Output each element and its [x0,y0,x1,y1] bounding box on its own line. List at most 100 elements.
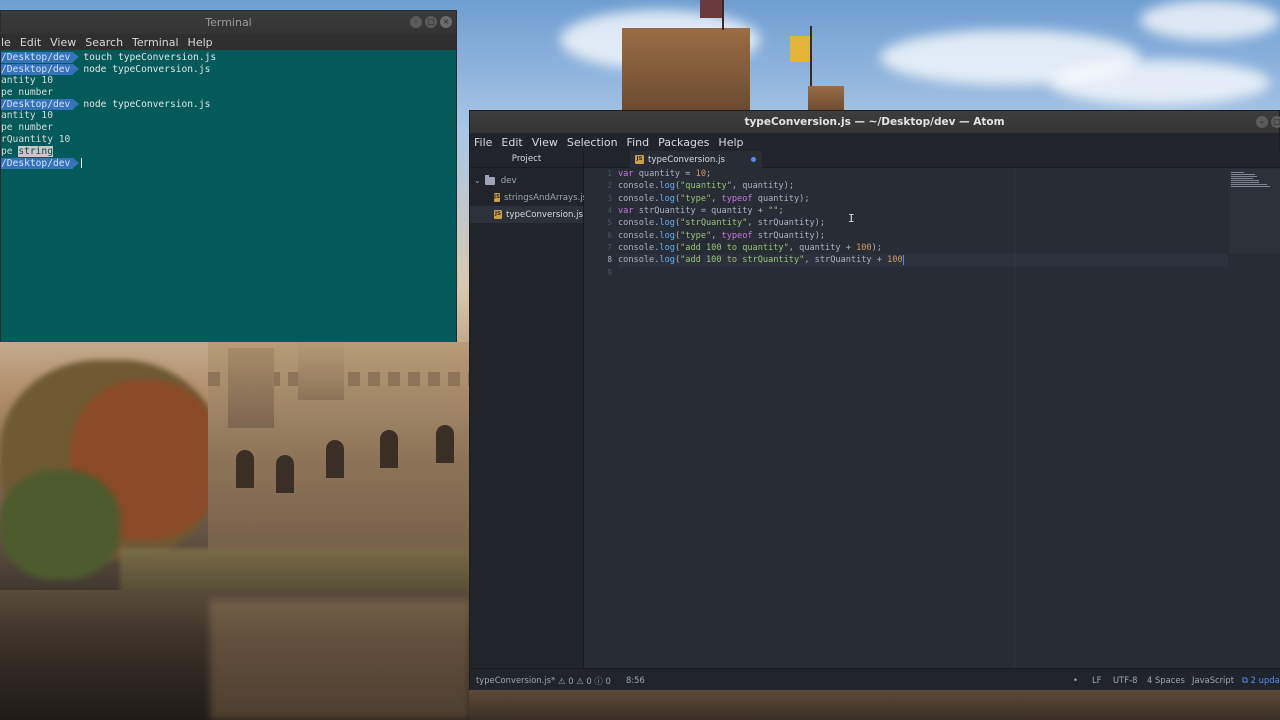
menu-help[interactable]: Help [188,36,213,49]
folder-label: dev [500,175,517,186]
file-label: typeConversion.js [506,209,583,220]
code-text[interactable]: var quantity = 10; console.log("quantity"… [618,168,1228,279]
diagnostics-summary[interactable]: ⚠ 0 ⚠ 0 ⓘ 0 [558,675,611,687]
minimap[interactable] [1229,169,1280,253]
line-number: 3 [607,193,612,203]
close-button[interactable]: × [440,16,452,28]
minimap-line [1231,186,1270,187]
js-file-icon: JS [494,193,501,202]
minimap-line [1231,184,1267,185]
shell-prompt: /Desktop/dev [1,52,80,64]
terminal-cursor [81,158,83,169]
tree-file-stringsandarrays[interactable]: JS stringsAndArrays.js [470,189,587,206]
maximize-button[interactable]: □ [1271,116,1280,128]
menu-packages[interactable]: Packages [658,136,709,149]
chevron-down-icon: ⌄ [474,176,481,185]
js-file-icon: JS [494,210,503,219]
shell-command: node typeConversion.js [83,63,211,75]
tree-header[interactable]: Project [470,151,583,168]
encoding[interactable]: UTF-8 [1113,675,1137,685]
line-number: 9 [607,267,612,277]
warning-icon: ⚠ [576,676,584,686]
shell-command: node typeConversion.js [83,98,211,110]
terminal-title: Terminal [205,16,252,29]
minimap-line [1231,182,1259,183]
selected-text: string [18,145,53,158]
menu-file[interactable]: le [1,36,11,49]
shell-prompt: /Desktop/dev [1,157,80,169]
output-line: antity 10 [1,75,53,87]
atom-title: typeConversion.js — ~/Desktop/dev — Atom [744,116,1005,128]
line-number: 7 [607,243,612,253]
info-count: 0 [605,676,611,686]
output-line: pe number [1,122,53,134]
output-line: antity 10 [1,110,53,122]
package-icon: ⧉ [1242,675,1248,685]
menu-edit[interactable]: Edit [20,36,41,49]
minimap-line [1231,180,1259,181]
code-line[interactable]: console.log("add 100 to strQuantity", st… [618,254,1228,267]
code-line[interactable]: console.log("type", typeof quantity); [618,193,1228,205]
menu-terminal[interactable]: Terminal [132,36,179,49]
cursor-position[interactable]: 8:56 [626,675,645,685]
line-number: 2 [607,181,612,191]
minimize-button[interactable]: – [1256,116,1268,128]
menu-help[interactable]: Help [718,136,743,149]
code-line[interactable]: console.log("type", typeof strQuantity); [618,230,1228,242]
updates-label: 2 upda [1250,675,1280,685]
tab-label: typeConversion.js [648,154,725,165]
minimap-line [1231,172,1244,173]
grammar-selector[interactable]: JavaScript [1192,675,1234,685]
line-number: 8 [607,255,612,265]
terminal-menubar: le Edit View Search Terminal Help [1,34,456,50]
project-tree: Project ⌄ dev JS stringsAndArrays.js JS … [470,151,587,668]
code-line[interactable]: console.log("quantity", quantity); [618,180,1228,192]
code-line[interactable]: var strQuantity = quantity + ""; [618,205,1228,217]
code-line[interactable] [618,267,1228,279]
ibeam-cursor-icon: I [848,212,855,225]
modified-indicator-icon[interactable] [751,157,756,162]
menu-search[interactable]: Search [85,36,123,49]
tree-folder-dev[interactable]: ⌄ dev [470,172,583,189]
shell-command: touch typeConversion.js [83,52,217,63]
js-file-icon: JS [635,155,644,164]
line-ending[interactable]: LF [1092,675,1101,685]
menu-find[interactable]: Find [627,136,650,149]
editor-pane[interactable]: JS typeConversion.js 1 2 3 4 5 6 7 8 9 v… [584,151,1280,668]
line-number: 5 [607,218,612,228]
menu-selection[interactable]: Selection [567,136,618,149]
terminal-output[interactable]: /Desktop/dev touch typeConversion.js /Des… [1,50,456,342]
menu-file[interactable]: File [474,136,492,149]
atom-menubar: File Edit View Selection Find Packages H… [470,133,1279,151]
atom-window: typeConversion.js — ~/Desktop/dev — Atom… [469,110,1280,690]
minimize-button[interactable]: – [410,16,422,28]
output-line: pe number [1,87,53,99]
atom-titlebar[interactable]: typeConversion.js — ~/Desktop/dev — Atom… [470,111,1280,133]
terminal-titlebar[interactable]: Terminal – □ × [1,11,456,34]
shell-prompt: /Desktop/dev [1,64,80,76]
indentation[interactable]: 4 Spaces [1147,675,1185,685]
terminal-window: Terminal – □ × le Edit View Search Termi… [0,10,457,342]
tab-bar: JS typeConversion.js [584,151,1280,168]
menu-edit[interactable]: Edit [501,136,522,149]
line-number-gutter[interactable]: 1 2 3 4 5 6 7 8 9 [584,168,612,279]
menu-view[interactable]: View [532,136,558,149]
updates-indicator[interactable]: ⧉ 2 upda [1242,675,1280,686]
status-dot-icon: • [1073,675,1078,685]
tree-file-typeconversion[interactable]: JS typeConversion.js [470,206,583,223]
output-line: rQuantity 10 [1,133,71,145]
warning-count: 0 [586,676,592,686]
file-label: stringsAndArrays.js [504,192,588,203]
error-count: 0 [568,676,574,686]
menu-view[interactable]: View [50,36,76,49]
status-file-path[interactable]: typeConversion.js* [476,675,555,685]
minimap-line [1231,176,1257,177]
code-line[interactable]: var quantity = 10; [618,168,1228,180]
code-line[interactable]: console.log("strQuantity", strQuantity); [618,217,1228,229]
maximize-button[interactable]: □ [425,16,437,28]
folder-icon [484,174,495,185]
code-line[interactable]: console.log("add 100 to quantity", quant… [618,242,1228,254]
line-number: 6 [607,230,612,240]
output-line: pe [1,145,19,157]
tab-typeconversion[interactable]: JS typeConversion.js [630,151,762,168]
